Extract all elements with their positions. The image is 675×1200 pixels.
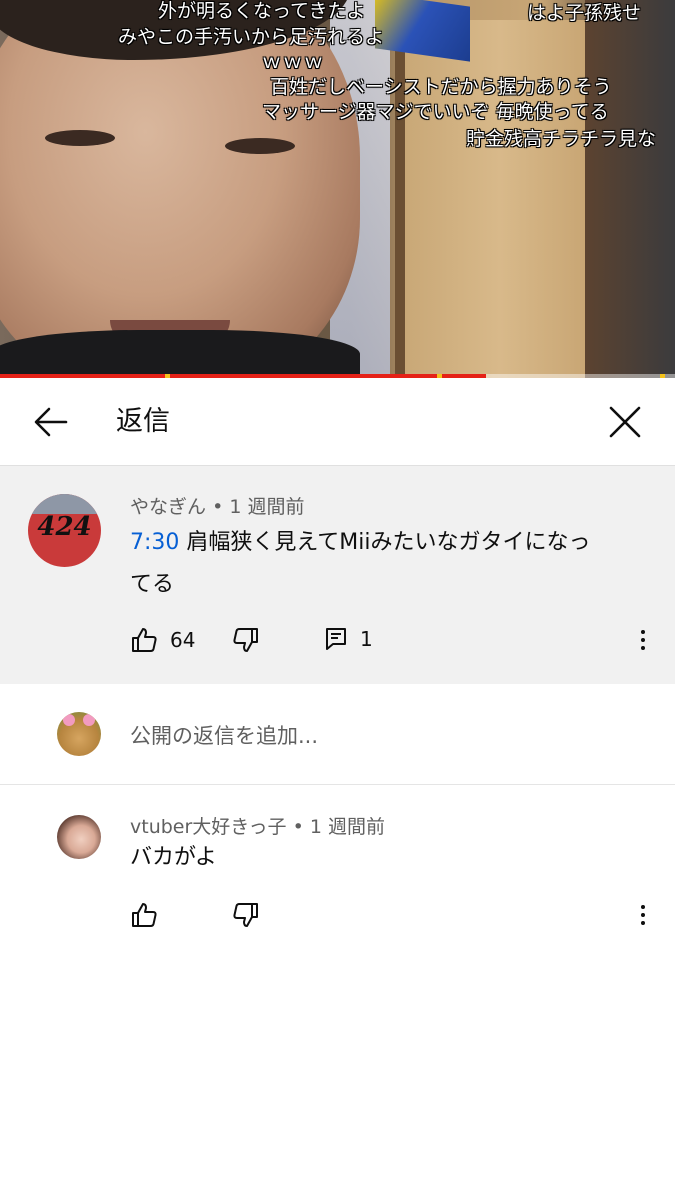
dislike-button[interactable]	[232, 901, 260, 929]
current-user-avatar	[57, 712, 101, 756]
back-button[interactable]	[30, 401, 72, 443]
danmaku-comment: マッサージ器マジでいいぞ 毎晩使ってる	[262, 101, 609, 123]
comment-text-content: 肩幅狭く見えてMiiみたいなガタイになっ	[179, 530, 591, 555]
more-vert-icon-dot	[641, 913, 645, 917]
arrow-left-icon	[34, 407, 68, 437]
video-chapter-marker	[660, 374, 665, 378]
comment-icon	[326, 628, 346, 650]
video-chapter-marker	[165, 374, 170, 378]
comment-author[interactable]: やなぎん	[130, 496, 206, 518]
thumbs-down-icon	[233, 903, 258, 927]
danmaku-comment: 外が明るくなってきたよ	[158, 0, 366, 22]
avatar[interactable]: 424	[28, 494, 101, 567]
video-person-eye	[45, 130, 115, 146]
more-vert-icon-dot	[641, 921, 645, 925]
comment-text: 7:30 肩幅狭く見えてMiiみたいなガタイになっ てる	[130, 522, 660, 606]
avatar-jersey-number: 424	[37, 512, 92, 542]
close-button[interactable]	[604, 401, 646, 443]
more-options-button[interactable]	[633, 901, 653, 931]
comment-time: 1 週間前	[229, 496, 305, 518]
comment-author[interactable]: vtuber大好きっ子	[130, 816, 287, 838]
add-reply-row: 公開の返信を追加...	[0, 684, 675, 785]
comment-time: 1 週間前	[309, 816, 385, 838]
comment-text-line: 7:30 肩幅狭く見えてMiiみたいなガタイになっ	[130, 522, 660, 564]
like-count: 64	[170, 628, 196, 652]
danmaku-comment: みやこの手汚いから足汚れるよ	[118, 26, 385, 48]
timestamp-link[interactable]: 7:30	[130, 530, 179, 555]
video-background-door	[395, 20, 595, 378]
comment-text: バカがよ	[130, 845, 217, 870]
danmaku-comment: 貯金残高チラチラ見な	[466, 128, 657, 150]
video-person-eye	[225, 138, 295, 154]
video-person-shirt	[0, 330, 360, 378]
meta-separator: •	[212, 496, 224, 518]
video-player[interactable]: 外が明るくなってきたよ はよ子孫残せ みやこの手汚いから足汚れるよ ｗｗｗ 百姓…	[0, 0, 675, 378]
avatar[interactable]	[57, 815, 101, 859]
video-chapter-marker	[437, 374, 442, 378]
video-progress-played	[0, 374, 486, 378]
more-vert-icon-dot	[641, 646, 645, 650]
like-button[interactable]	[130, 901, 158, 929]
thumbs-down-icon	[233, 628, 258, 652]
more-vert-icon	[641, 905, 645, 909]
avatar-decoration	[83, 714, 95, 726]
add-reply-input[interactable]: 公開の返信を追加...	[130, 720, 630, 750]
replies-header: 返信	[0, 379, 675, 466]
video-progress-bar[interactable]	[0, 374, 675, 378]
thumbs-up-icon	[132, 903, 157, 927]
comment-meta: やなぎん • 1 週間前	[130, 494, 304, 520]
danmaku-comment: ｗｗｗ	[262, 51, 326, 73]
more-vert-icon	[641, 630, 645, 634]
avatar-jersey-stripe	[28, 494, 101, 514]
close-icon	[609, 406, 641, 438]
parent-comment: 424 やなぎん • 1 週間前 7:30 肩幅狭く見えてMiiみたいなガタイに…	[0, 466, 675, 684]
comment-text-line: てる	[130, 572, 175, 597]
danmaku-comment: はよ子孫残せ	[527, 2, 642, 24]
reply-comment: vtuber大好きっ子 • 1 週間前 バカがよ	[0, 785, 675, 985]
like-button[interactable]: 64	[130, 626, 195, 654]
page-title: 返信	[116, 406, 170, 437]
more-vert-icon-dot	[641, 638, 645, 642]
danmaku-comment: 百姓だしベーシストだから握力ありそう	[270, 76, 612, 98]
more-options-button[interactable]	[633, 626, 653, 656]
avatar-decoration	[63, 714, 75, 726]
meta-separator: •	[292, 816, 304, 838]
reply-count: 1	[360, 627, 373, 651]
dislike-button[interactable]	[232, 626, 260, 654]
thumbs-up-icon	[132, 628, 157, 652]
reply-button[interactable]: 1	[324, 626, 373, 652]
video-background-frame	[585, 0, 675, 378]
